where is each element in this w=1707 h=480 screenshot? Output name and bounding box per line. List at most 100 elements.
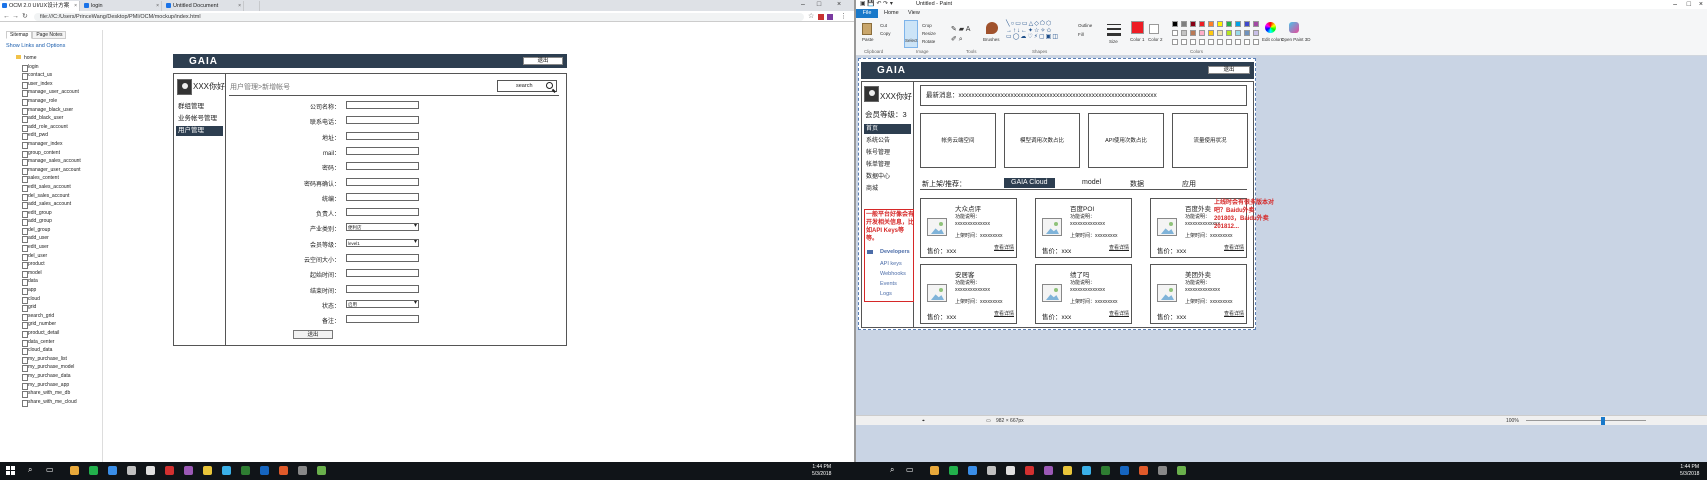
nav-home[interactable]: 首页 bbox=[864, 124, 911, 134]
form-input[interactable] bbox=[346, 116, 419, 125]
logout-button[interactable]: 退出 bbox=[1208, 66, 1250, 74]
new-tab-button[interactable] bbox=[246, 1, 260, 11]
sitemap-page[interactable]: add_user bbox=[6, 234, 81, 244]
menu-home[interactable]: Home bbox=[884, 9, 899, 18]
tab-page-notes[interactable]: Page Notes bbox=[32, 31, 67, 39]
traffic-box[interactable]: 流量使用状况 bbox=[1172, 113, 1248, 168]
select-button[interactable] bbox=[904, 20, 918, 48]
paste-icon[interactable] bbox=[862, 23, 872, 35]
clock[interactable]: 1:44 PM 5/3/2018 bbox=[1680, 464, 1699, 477]
search-icon[interactable]: ⌕ bbox=[28, 465, 32, 475]
fill-button[interactable]: Fill bbox=[1078, 32, 1084, 37]
sitemap-page[interactable]: cloud_data bbox=[6, 346, 81, 355]
form-select[interactable]: 便利店 bbox=[346, 223, 419, 232]
sitemap-page[interactable]: my_purchase_list bbox=[6, 355, 81, 364]
search-icon[interactable] bbox=[546, 82, 553, 89]
sitemap-page[interactable]: sales_content bbox=[6, 174, 81, 183]
taskbar-app-icon[interactable] bbox=[1177, 466, 1186, 475]
pencil-icon[interactable]: ✎ ▰ A bbox=[951, 25, 970, 33]
maximize-icon[interactable]: □ bbox=[1687, 0, 1691, 9]
maximize-icon[interactable]: □ bbox=[812, 0, 826, 11]
form-select[interactable]: level1 bbox=[346, 238, 419, 247]
tab-gaia-cloud[interactable]: GAIA Cloud bbox=[1004, 178, 1055, 188]
palette-swatch[interactable] bbox=[1217, 30, 1223, 36]
palette-swatch[interactable] bbox=[1235, 21, 1241, 27]
paste-label[interactable]: Paste bbox=[862, 37, 874, 42]
palette-swatch-empty[interactable] bbox=[1190, 39, 1196, 45]
sitemap-page[interactable]: product bbox=[6, 260, 81, 269]
sitemap-page[interactable]: app bbox=[6, 286, 81, 295]
dev-webhooks[interactable]: Webhooks bbox=[880, 271, 906, 277]
sitemap-page[interactable]: cloud bbox=[6, 295, 81, 304]
sitemap-page[interactable]: edit_user bbox=[6, 243, 81, 252]
nav-billing[interactable]: 帐单管理 bbox=[864, 160, 911, 170]
palette-swatch-empty[interactable] bbox=[1181, 39, 1187, 45]
form-input[interactable] bbox=[346, 192, 419, 201]
sitemap-page[interactable]: edit_sales_account bbox=[6, 183, 81, 192]
taskbar-app-icon[interactable] bbox=[260, 466, 269, 475]
nav-account[interactable]: 帐号管理 bbox=[864, 148, 911, 158]
taskbar-app-icon[interactable] bbox=[298, 466, 307, 475]
menu-file[interactable]: File bbox=[856, 9, 878, 18]
product-card[interactable]: 绩了吗 功能说明： xxxxxxxxxxxxxx 上架时间：xxxxxxxxx 售价：x… bbox=[1035, 264, 1132, 324]
sitemap-page[interactable]: manage_role bbox=[6, 97, 81, 106]
taskbar-app-icon[interactable] bbox=[930, 466, 939, 475]
taskbar-app-icon[interactable] bbox=[241, 466, 250, 475]
palette-swatch[interactable] bbox=[1226, 21, 1232, 27]
tab-ocm[interactable]: OCM 2.0 UI/UX设计方案 × bbox=[0, 1, 80, 11]
sitemap-page[interactable]: data bbox=[6, 277, 81, 287]
sitemap-page[interactable]: grid_number bbox=[6, 320, 81, 329]
taskbar-app-icon[interactable] bbox=[70, 466, 79, 475]
taskbar-app-icon[interactable] bbox=[1025, 466, 1034, 475]
palette-swatch-empty[interactable] bbox=[1226, 39, 1232, 45]
dev-logs[interactable]: Logs bbox=[880, 291, 892, 297]
paint3d-icon[interactable] bbox=[1289, 22, 1299, 33]
taskbar-app-icon[interactable] bbox=[165, 466, 174, 475]
tab-login[interactable]: login × bbox=[82, 1, 162, 11]
task-view-icon[interactable]: ▭ bbox=[906, 465, 914, 474]
mockup-dashboard[interactable]: GAIA 退出 XXX你好 会员等级：3 首页 系统公告 帐号管理 帐单管理 数… bbox=[858, 58, 1274, 330]
sitemap-page[interactable]: manage_black_user bbox=[6, 106, 81, 115]
palette-swatch[interactable] bbox=[1190, 30, 1196, 36]
palette-swatch[interactable] bbox=[1244, 30, 1250, 36]
outline-button[interactable]: Outline bbox=[1078, 23, 1092, 28]
sitemap-page[interactable]: manager_user_account bbox=[6, 166, 81, 175]
palette-swatch[interactable] bbox=[1181, 30, 1187, 36]
close-icon[interactable]: × bbox=[74, 1, 77, 11]
sitemap-page[interactable]: manage_user_account bbox=[6, 88, 81, 97]
taskbar-app-icon[interactable] bbox=[1101, 466, 1110, 475]
nav-user-manage[interactable]: 用户管理 bbox=[176, 126, 223, 136]
sitemap-page[interactable]: manager_index bbox=[6, 140, 81, 149]
sitemap-page[interactable]: data_center bbox=[6, 338, 81, 347]
sitemap-page[interactable]: edit_group bbox=[6, 209, 81, 218]
taskbar-app-icon[interactable] bbox=[146, 466, 155, 475]
palette-swatch-empty[interactable] bbox=[1199, 39, 1205, 45]
nav-data-center[interactable]: 数据中心 bbox=[864, 172, 911, 182]
taskbar-app-icon[interactable] bbox=[108, 466, 117, 475]
taskbar-app-icon[interactable] bbox=[1139, 466, 1148, 475]
forward-icon[interactable]: → bbox=[12, 12, 19, 21]
color1-swatch[interactable] bbox=[1131, 21, 1144, 34]
palette-swatch-empty[interactable] bbox=[1172, 39, 1178, 45]
close-icon[interactable]: × bbox=[156, 1, 159, 11]
sitemap-page[interactable]: del_sales_account bbox=[6, 192, 81, 201]
sitemap-page[interactable]: share_with_me_db bbox=[6, 389, 81, 398]
sitemap-page[interactable]: share_with_me_cloud bbox=[6, 398, 81, 407]
tab-sitemap[interactable]: Sitemap bbox=[6, 31, 33, 39]
size-icon[interactable] bbox=[1107, 24, 1121, 25]
close-icon[interactable]: × bbox=[238, 1, 241, 11]
minimize-icon[interactable]: – bbox=[796, 0, 810, 11]
nav-business-account[interactable]: 业务帐号管理 bbox=[176, 114, 223, 124]
extension-icon[interactable] bbox=[818, 14, 824, 20]
palette-swatch[interactable] bbox=[1208, 21, 1214, 27]
form-input[interactable] bbox=[346, 315, 419, 324]
sitemap-page[interactable]: my_purchase_model bbox=[6, 363, 81, 372]
sitemap-page[interactable]: manage_sales_account bbox=[6, 157, 81, 166]
sitemap-page[interactable]: product_detail bbox=[6, 329, 81, 338]
form-input[interactable] bbox=[346, 254, 419, 262]
sitemap-page[interactable]: login bbox=[6, 63, 81, 72]
taskbar-app-icon[interactable] bbox=[1006, 466, 1015, 475]
view-details-link[interactable]: 查看详情 bbox=[1109, 244, 1129, 251]
taskbar-app-icon[interactable] bbox=[127, 466, 136, 475]
rotate-button[interactable]: Rotate bbox=[922, 39, 935, 44]
